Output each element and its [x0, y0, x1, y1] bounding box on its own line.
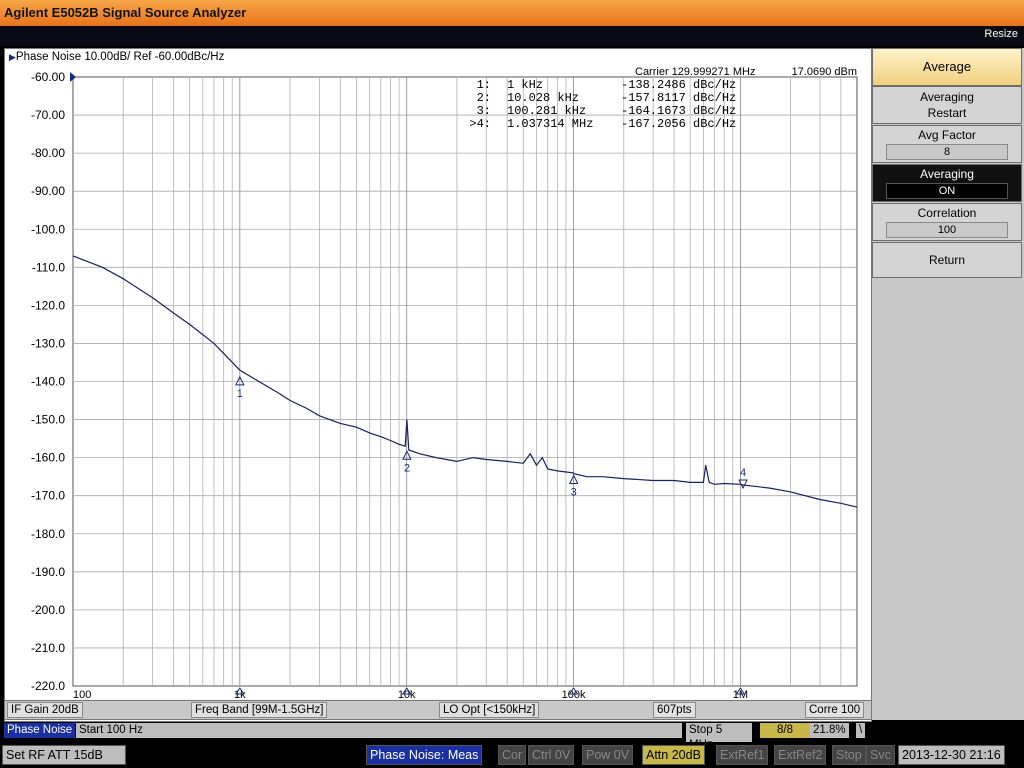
avg-factor-label: Avg Factor — [918, 128, 976, 142]
averaging-toggle-button[interactable]: Averaging ON — [872, 164, 1022, 202]
plot-frame: -60.00 -70.00 -80.00 -90.00 -100.0 -110.0 -120… — [4, 48, 872, 722]
freq-band-indicator: Freq Band [99M-1.5GHz] — [191, 702, 328, 718]
marker-table-frequency: 1 kHz — [507, 78, 543, 92]
status-svc: Svc — [866, 745, 895, 765]
average-count: 8/8 — [760, 723, 810, 738]
y-tick-label: -140.0 — [31, 375, 65, 389]
lo-opt-indicator: LO Opt [<150kHz] — [439, 702, 540, 718]
marker-table-frequency: 1.037314 MHz — [507, 117, 593, 131]
marker-table-id: 3: — [477, 104, 491, 118]
window-title: Agilent E5052B Signal Source Analyzer — [4, 5, 247, 20]
marker-table-value: -167.2056 dBc/Hz — [621, 117, 736, 131]
y-tick-label: -160.0 — [31, 451, 65, 465]
active-trace-icon: ▶ — [9, 52, 16, 62]
y-tick-label: -150.0 — [31, 413, 65, 427]
y-tick-label: -220.0 — [31, 679, 65, 693]
avg-factor-value[interactable]: 8 — [886, 144, 1008, 160]
y-tick-label: -180.0 — [31, 527, 65, 541]
marker-table-value: -157.8117 dBc/Hz — [621, 91, 736, 105]
averaging-value: ON — [886, 183, 1008, 199]
marker-table-value: -138.2486 dBc/Hz — [621, 78, 736, 92]
marker-table-frequency: 10.028 kHz — [507, 91, 579, 105]
y-tick-label: -80.00 — [31, 146, 65, 160]
y-tick-label: -190.0 — [31, 565, 65, 579]
status-bar: Set RF ATT 15dB Phase Noise: Meas Cor Ct… — [0, 742, 1024, 768]
correlation-label: Correlation — [917, 206, 977, 220]
carrier-power: 17.0690 dBm — [792, 66, 857, 78]
status-pow: Pow 0V — [582, 745, 634, 765]
status-stop: Stop — [832, 745, 866, 765]
correlation-button[interactable]: Correlation 100 — [872, 203, 1022, 241]
resize-button[interactable]: Resize — [984, 28, 1018, 40]
y-tick-label: -60.00 — [31, 70, 65, 84]
marker-table-value: -164.1673 dBc/Hz — [621, 104, 736, 118]
plot-header-text: Phase Noise 10.00dB/ Ref -60.00dBc/Hz — [15, 51, 225, 63]
y-tick-label: -100.0 — [31, 222, 65, 236]
correlation-value[interactable]: 100 — [886, 222, 1008, 238]
status-extref2: ExtRef2 — [774, 745, 827, 765]
marker-label: 1 — [237, 388, 243, 400]
info-row: IF Gain 20dB Freq Band [99M-1.5GHz] LO O… — [4, 700, 872, 720]
status-ctrl: Ctrl 0V — [528, 745, 575, 765]
points-indicator: 607pts — [653, 702, 696, 718]
return-button[interactable]: Return — [872, 242, 1022, 278]
progress-percent: 21.8% — [810, 723, 849, 738]
carrier-frequency: Carrier 129.999271 MHz — [635, 66, 755, 78]
sweep-flag: \ — [856, 723, 866, 738]
phase-noise-plot[interactable]: -60.00 -70.00 -80.00 -90.00 -100.0 -110.0 -120… — [5, 49, 871, 701]
softkey-menu-title: Average — [872, 48, 1022, 86]
plot-header: ▶Phase Noise 10.00dB/ Ref -60.00dBc/Hz — [9, 51, 224, 63]
measurement-type: Phase Noise — [4, 723, 76, 738]
marker-table-id: 1: — [477, 78, 491, 92]
status-message: Set RF ATT 15dB — [2, 745, 126, 765]
status-attn: Attn 20dB — [642, 745, 705, 765]
status-datetime: 2013-12-30 21:16 — [898, 745, 1005, 765]
status-meas: Phase Noise: Meas — [366, 745, 483, 765]
y-tick-label: -210.0 — [31, 641, 65, 655]
y-tick-label: -70.00 — [31, 108, 65, 122]
softkey-panel: Average Averaging Restart Avg Factor 8 A… — [872, 48, 1024, 720]
averaging-label: Averaging — [920, 167, 974, 181]
start-frequency: Start 100 Hz — [76, 723, 682, 738]
y-tick-label: -200.0 — [31, 603, 65, 617]
marker-table-id: >4: — [469, 117, 491, 131]
y-tick-label: -110.0 — [32, 260, 65, 274]
y-tick-label: -120.0 — [31, 298, 65, 312]
y-tick-label: -170.0 — [31, 489, 65, 503]
marker-label: 4 — [740, 467, 746, 479]
y-tick-label: -90.00 — [31, 184, 65, 198]
channel-row: Phase Noise Start 100 Hz Stop 5 MHz 8/8 … — [4, 722, 870, 753]
averaging-restart-label: Averaging Restart — [920, 90, 974, 120]
y-tick-label: -130.0 — [31, 336, 65, 350]
averaging-restart-button[interactable]: Averaging Restart — [872, 86, 1022, 124]
menu-bar: Resize — [0, 26, 1024, 46]
marker-label: 3 — [571, 486, 577, 498]
avg-factor-button[interactable]: Avg Factor 8 — [872, 125, 1022, 163]
title-bar: Agilent E5052B Signal Source Analyzer — [0, 0, 1024, 26]
status-extref1: ExtRef1 — [716, 745, 769, 765]
marker-label: 2 — [404, 462, 410, 474]
status-cor: Cor — [498, 745, 527, 765]
marker-table-frequency: 100.281 kHz — [507, 104, 586, 118]
correlation-indicator: Corre 100 — [805, 702, 865, 718]
if-gain-indicator: IF Gain 20dB — [7, 702, 83, 718]
return-label: Return — [928, 253, 966, 267]
marker-table-id: 2: — [477, 91, 491, 105]
